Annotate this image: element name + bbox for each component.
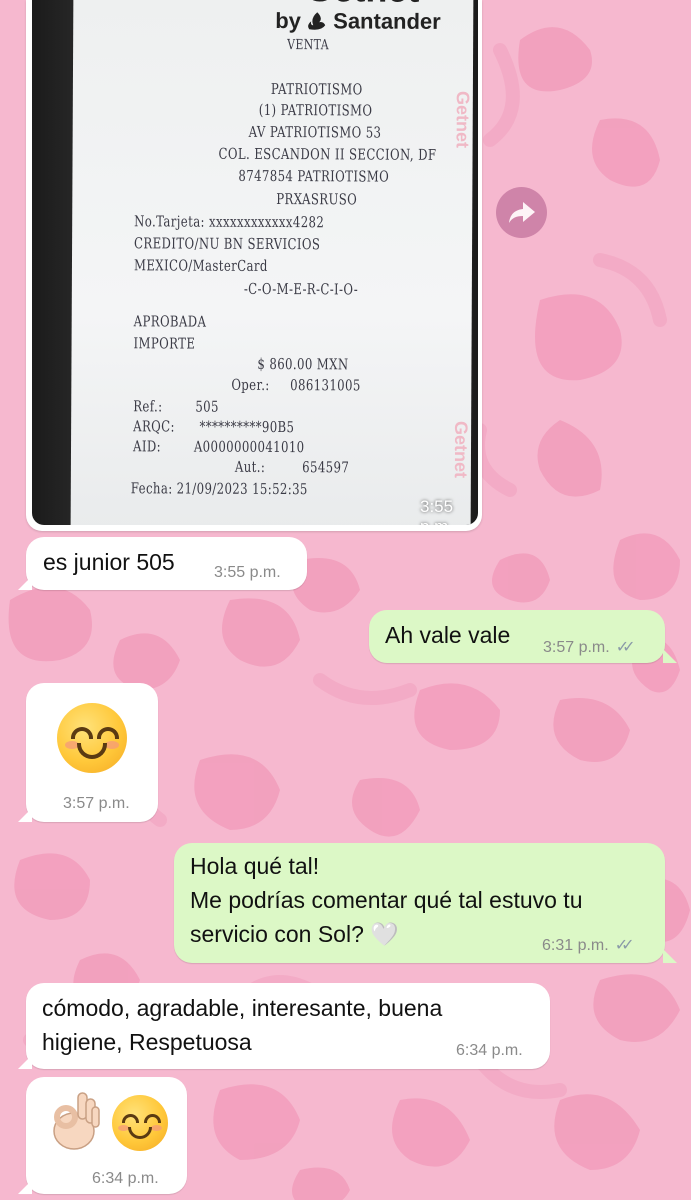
- receipt-line-4: COL. ESCANDON II SECCION, DF: [218, 144, 437, 164]
- incoming-message-bubble[interactable]: es junior 505 3:55 p.m.: [26, 537, 307, 590]
- message-time: 3:57 p.m.: [543, 639, 610, 656]
- face-eye: [144, 1114, 161, 1123]
- receipt-type: VENTA: [287, 37, 330, 54]
- incoming-emoji-bubble[interactable]: 3:57 p.m.: [26, 683, 158, 822]
- receipt-ref: Ref.: 505: [133, 397, 219, 415]
- receipt-line-3: AV PATRIOTISMO 53: [248, 122, 382, 142]
- message-line: higiene, Respetuosa: [42, 1029, 252, 1055]
- receipt-aut: Aut.: 654597: [235, 458, 349, 477]
- incoming-emoji-bubble[interactable]: 6:34 p.m.: [26, 1077, 187, 1194]
- bubble-tail: [18, 1055, 32, 1069]
- message-timestamp: 6:31 p.m. ✓✓: [542, 935, 635, 955]
- face-eye: [71, 727, 93, 739]
- outgoing-message-bubble[interactable]: Ah vale vale 3:57 p.m. ✓✓: [369, 610, 665, 663]
- receipt-line-6: PRXASRUSO: [276, 190, 358, 209]
- receipt-amount: $ 860.00 MXN: [257, 354, 349, 374]
- receipt-bank-line: by Santander: [275, 8, 441, 35]
- receipt-aid: AID: A0000000041010: [133, 437, 305, 456]
- receipt-arqc-value: **********90B5: [199, 417, 295, 437]
- photo-timestamp: 3:55 p.m.: [420, 497, 454, 525]
- receipt-line-5: 8747854 PATRIOTISMO: [238, 166, 390, 186]
- receipt-status: APROBADA: [133, 312, 207, 331]
- double-check-icon: ✓✓: [614, 937, 635, 954]
- face-cheek: [105, 741, 119, 749]
- receipt-card-number-value: xxxxxxxxxxxx4282: [208, 212, 325, 232]
- receipt-amount-label: IMPORTE: [133, 334, 196, 353]
- receipt-arqc-label: ARQC:: [133, 417, 175, 436]
- receipt-arqc: ARQC: **********90B5: [133, 417, 294, 436]
- smiling-face-icon: [112, 1095, 168, 1151]
- receipt-oper: Oper.: 086131005: [231, 376, 360, 395]
- face-cheek: [151, 1125, 162, 1131]
- receipt-ref-value: 505: [195, 397, 219, 416]
- face-eye: [122, 1114, 139, 1123]
- face-eye: [97, 727, 119, 739]
- receipt-ref-label: Ref.:: [133, 397, 163, 416]
- incoming-message-bubble[interactable]: cómodo, agradable, interesante, buena hi…: [26, 983, 550, 1069]
- forward-share-icon: [509, 202, 535, 223]
- receipt-bank: Santander: [333, 8, 441, 34]
- message-timestamp: 3:57 p.m.: [63, 795, 130, 812]
- message-line: servicio con Sol? 🤍: [190, 921, 399, 947]
- receipt-paper: Getnet by Santander VENTA PATRIOTISMO (1…: [70, 0, 474, 525]
- bubble-tail: [18, 576, 32, 590]
- bubble-tail: [663, 949, 677, 963]
- message-time: 6:31 p.m.: [542, 937, 609, 954]
- receipt-by: by: [275, 8, 302, 34]
- receipt-aid-label: AID:: [132, 437, 162, 456]
- message-timestamp: 3:55 p.m.: [214, 564, 281, 581]
- outgoing-message-bubble[interactable]: Hola qué tal! Me podrías comentar qué ta…: [174, 843, 665, 963]
- message-text: cómodo, agradable, interesante, buena hi…: [42, 991, 442, 1059]
- bubble-tail: [663, 649, 677, 663]
- message-line: Hola qué tal!: [190, 853, 320, 879]
- message-text: es junior 505: [43, 549, 175, 575]
- receipt-card-type: CREDITO/NU BN SERVICIOS: [134, 234, 321, 254]
- receipt-watermark-1: Getnet: [452, 90, 473, 149]
- receipt-line-1: PATRIOTISMO: [270, 79, 363, 99]
- receipt-card-number-label: No.Tarjeta:: [134, 212, 205, 231]
- double-check-icon: ✓✓: [615, 639, 636, 656]
- receipt-oper-label: Oper.:: [231, 375, 270, 394]
- receipt-card-brand: MEXICO/MasterCard: [133, 256, 268, 275]
- receipt-aut-value: 654597: [302, 458, 350, 477]
- receipt-card-number: No.Tarjeta: xxxxxxxxxxxx4282: [134, 212, 324, 231]
- smiling-face-icon: [57, 703, 127, 773]
- message-timestamp: 6:34 p.m.: [456, 1042, 523, 1059]
- message-timestamp: 6:34 p.m.: [92, 1170, 159, 1187]
- santander-flame-icon: [307, 10, 327, 30]
- face-mouth: [77, 743, 107, 759]
- bubble-tail: [18, 1180, 32, 1194]
- message-line: cómodo, agradable, interesante, buena: [42, 995, 443, 1021]
- receipt-watermark-2: Getnet: [450, 420, 472, 479]
- message-text: Ah vale vale: [385, 622, 511, 648]
- face-mouth: [128, 1127, 152, 1139]
- forward-button[interactable]: [496, 187, 547, 238]
- receipt-oper-value: 086131005: [290, 376, 361, 395]
- message-line: Me podrías comentar qué tal estuvo tu: [190, 887, 583, 913]
- ok-hand-icon: [53, 1092, 100, 1150]
- receipt-aid-value: A0000000041010: [193, 437, 305, 457]
- bubble-tail: [18, 808, 32, 822]
- receipt-line-2: (1) PATRIOTISMO: [258, 100, 373, 120]
- receipt-date: Fecha: 21/09/2023 15:52:35: [130, 479, 308, 499]
- receipt-commerce: -C-O-M-E-R-C-I-O-: [243, 279, 359, 299]
- message-timestamp: 3:57 p.m. ✓✓: [543, 637, 636, 657]
- receipt-aut-label: Aut.:: [234, 457, 266, 476]
- message-text: Hola qué tal! Me podrías comentar qué ta…: [190, 849, 583, 951]
- receipt-photo[interactable]: Getnet by Santander VENTA PATRIOTISMO (1…: [32, 0, 478, 525]
